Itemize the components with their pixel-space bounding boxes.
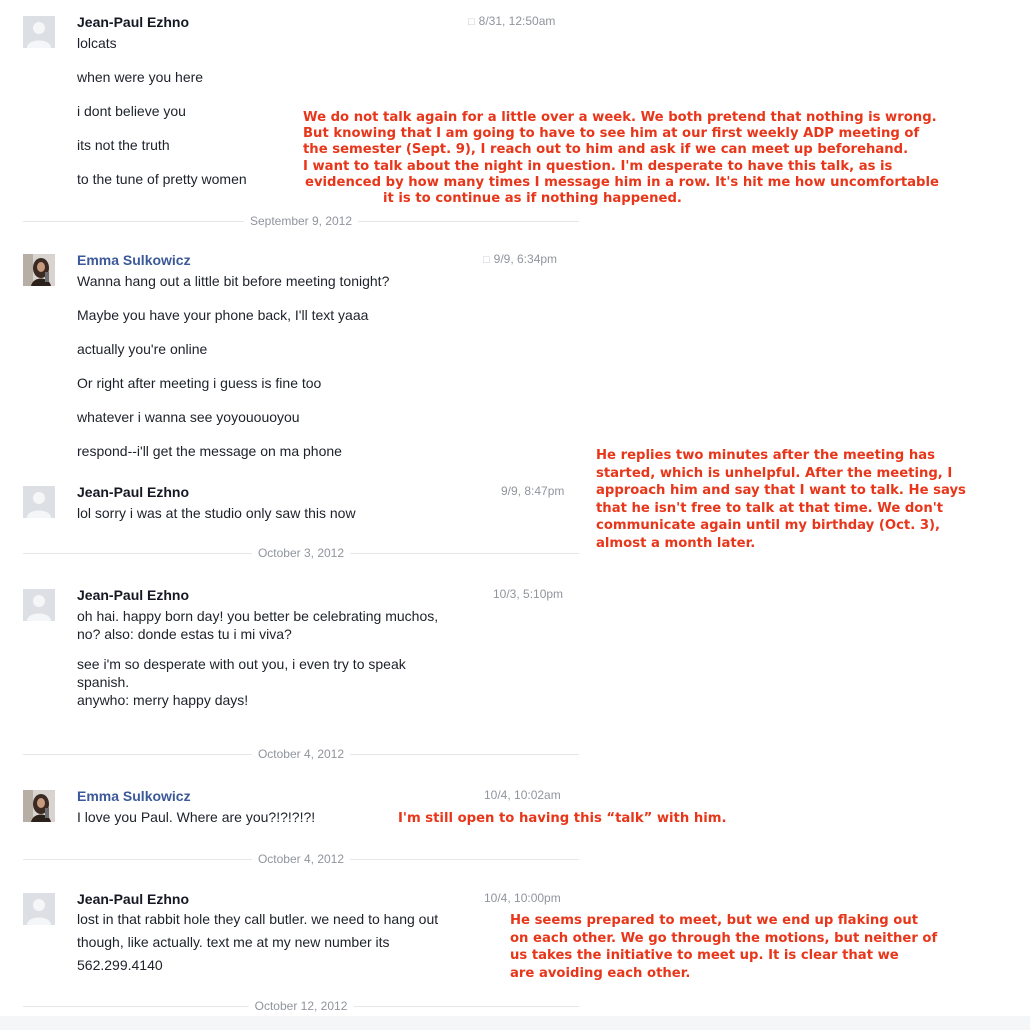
message-text: lolcats (77, 35, 117, 51)
message-text: actually you're online (77, 341, 208, 357)
annotation-line: us takes the initiative to meet up. It i… (510, 948, 899, 963)
message-text: Or right after meeting i guess is fine t… (77, 375, 322, 391)
annotation-line: He seems prepared to meet, but we end up… (510, 913, 919, 928)
annotation-note: He seems prepared to meet, but we end up… (510, 912, 937, 982)
message-list: oh hai. happy born day! you better be ce… (77, 607, 438, 709)
date-divider: October 12, 2012 (23, 999, 579, 1013)
message-timestamp: □ 9/9, 6:34pm (483, 252, 558, 266)
default-avatar-icon[interactable] (23, 589, 55, 621)
sender-name[interactable]: Jean-Paul Ezhno (77, 587, 189, 603)
message-list: lol sorry i was at the studio only saw t… (77, 504, 356, 522)
message-text: Wanna hang out a little bit before meeti… (77, 273, 390, 289)
date-divider-label: September 9, 2012 (243, 214, 359, 228)
message-text: Maybe you have your phone back, I'll tex… (77, 307, 369, 323)
message-list: I love you Paul. Where are you?!?!?!?! (77, 808, 315, 826)
annotation-line: evidenced by how many times I message hi… (305, 174, 939, 190)
message-timestamp: 9/9, 8:47pm (501, 484, 565, 498)
message-text: whatever i wanna see yoyououoyou (77, 409, 300, 425)
date-divider: October 3, 2012 (23, 546, 579, 560)
annotation-line: I want to talk about the night in questi… (303, 158, 893, 174)
default-avatar-icon[interactable] (23, 893, 55, 925)
date-divider-label: October 4, 2012 (251, 747, 351, 761)
annotation-line: on each other. We go through the motions… (510, 930, 938, 946)
annotation-line: communicate again until my birthday (Oct… (596, 518, 941, 533)
annotation-note: We do not talk again for a little over a… (303, 110, 939, 207)
annotation-line: We do not talk again for a little over a… (303, 110, 937, 125)
message-list: lost in that rabbit hole they call butle… (77, 911, 438, 977)
message-timestamp: □ 8/31, 12:50am (468, 14, 556, 28)
date-divider-label: October 3, 2012 (251, 546, 351, 560)
annotation-line: started, which is unhelpful. After the m… (596, 465, 953, 481)
message-timestamp: 10/4, 10:02am (484, 788, 561, 802)
date-divider: September 9, 2012 (23, 214, 579, 228)
message-text: i dont believe you (77, 103, 186, 119)
message-list: Wanna hang out a little bit before meeti… (77, 272, 389, 460)
message-text: I love you Paul. Where are you?!?!?!?! (77, 809, 316, 825)
reply-icon: □ (468, 16, 475, 28)
message-text: respond--i'll get the message on ma phon… (77, 443, 342, 459)
message-text: lost in that rabbit hole they call butle… (77, 911, 439, 973)
annotation-line: that he isn't free to talk at that time.… (596, 500, 944, 516)
bottom-strip (0, 1016, 1030, 1030)
message-list: lolcats when were you here i dont believ… (77, 34, 247, 188)
message-text: to the tune of pretty women (77, 171, 247, 187)
date-divider-label: October 12, 2012 (248, 999, 354, 1013)
date-divider: October 4, 2012 (23, 852, 579, 866)
sender-name[interactable]: Emma Sulkowicz (77, 788, 191, 804)
sender-name[interactable]: Jean-Paul Ezhno (77, 14, 189, 30)
sender-name[interactable]: Emma Sulkowicz (77, 252, 191, 268)
annotation-line: approach him and say that I want to talk… (596, 483, 966, 498)
annotation-line: I'm still open to having this “talk” wit… (398, 811, 727, 826)
message-text: see i'm so desperate with out you, i eve… (77, 656, 406, 708)
date-divider: October 4, 2012 (23, 747, 579, 761)
emma-photo-avatar-icon[interactable] (23, 790, 55, 822)
annotation-line: almost a month later. (596, 535, 756, 551)
message-timestamp: 10/4, 10:00pm (484, 891, 561, 905)
annotation-line: it is to continue as if nothing happened… (383, 191, 682, 207)
message-text: oh hai. happy born day! you better be ce… (77, 608, 439, 642)
default-avatar-icon[interactable] (23, 16, 55, 48)
default-avatar-icon[interactable] (23, 486, 55, 518)
message-text: its not the truth (77, 137, 170, 153)
reply-icon: □ (483, 254, 490, 266)
annotation-line: the semester (Sept. 9), I reach out to h… (303, 142, 909, 158)
sender-name[interactable]: Jean-Paul Ezhno (77, 891, 189, 907)
annotation-line: are avoiding each other. (510, 965, 691, 981)
annotation-line: He replies two minutes after the meeting… (596, 448, 935, 463)
message-text: lol sorry i was at the studio only saw t… (77, 505, 356, 521)
message-text: when were you here (77, 69, 204, 85)
sender-name[interactable]: Jean-Paul Ezhno (77, 484, 189, 500)
emma-photo-avatar-icon[interactable] (23, 254, 55, 286)
annotation-line: But knowing that I am going to have to s… (303, 126, 920, 142)
annotation-note: I'm still open to having this “talk” wit… (398, 811, 727, 827)
message-timestamp: 10/3, 5:10pm (493, 587, 564, 601)
date-divider-label: October 4, 2012 (251, 852, 351, 866)
annotation-note: He replies two minutes after the meeting… (596, 447, 966, 552)
